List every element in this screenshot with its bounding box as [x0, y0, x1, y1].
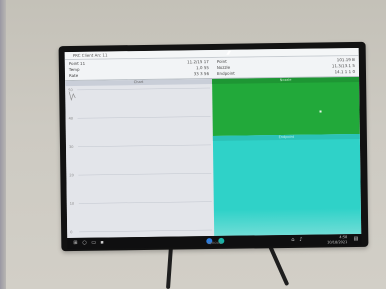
info-left-value-2: 33 3 56 [193, 71, 210, 77]
chart-y-tick-label: 50 [68, 88, 73, 92]
screen: PRC Client Arc 11 Point 11 11.2/15 17 Te… [64, 47, 362, 239]
chart-y-tick-label: 0 [70, 230, 72, 234]
nozzle-pane-header: Nozzle [212, 76, 360, 85]
chart-gridline [78, 172, 212, 176]
chart-y-tick-label: 40 [69, 117, 74, 121]
chart-gridline [77, 116, 211, 119]
wall-edge [0, 0, 6, 289]
mouse-cursor [319, 110, 322, 113]
chart-gridline [77, 87, 211, 91]
chart-gridline [77, 144, 211, 147]
screen-glare [221, 50, 236, 55]
chart-y-ticks: 50 40 30 20 10 0 [68, 88, 75, 234]
chart-pane[interactable]: Chart 50 40 30 20 10 0 [65, 79, 215, 239]
chart-y-tick-label: 10 [70, 202, 75, 206]
info-right-value-2: 14.1 1 1 0 [334, 69, 356, 75]
nozzle-pane[interactable]: Nozzle [212, 76, 360, 137]
chart-gridline [79, 229, 213, 233]
chart-y-tick-label: 30 [69, 145, 74, 149]
chart-trace [68, 91, 76, 102]
screen-reflection [213, 207, 362, 236]
window-title: PRC Client Arc 11 [72, 52, 108, 58]
chart-gridline [78, 201, 212, 204]
endpoint-pane-header: Endpoint [212, 133, 360, 142]
chart-area: 50 40 30 20 10 0 [68, 87, 213, 234]
chart-gridlines [77, 87, 213, 233]
info-right-label-2: Endpoint [216, 70, 235, 76]
chart-y-tick-label: 20 [69, 173, 74, 177]
info-left-label-2: Rate [68, 72, 79, 79]
monitor: PRC Client Arc 11 Point 11 11.2/15 17 Te… [58, 41, 369, 252]
